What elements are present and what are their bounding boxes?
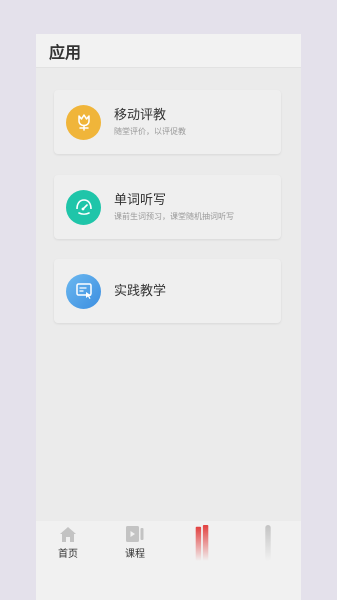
card-practice-teaching[interactable]: 实践教学 [54, 259, 281, 323]
profile-icon [265, 525, 271, 561]
card-subtitle: 随堂评价，以评促教 [114, 126, 186, 136]
card-title: 单词听写 [114, 192, 167, 208]
tulip-icon [66, 104, 101, 140]
card-title: 移动评教 [114, 107, 167, 123]
card-subtitle: 课前生词预习，课堂随机抽词听写 [114, 211, 234, 221]
app-screen: 应用 移动评教 随堂评价，以评促教 单词听写 课前生词预习，课堂随机抽词听写 实… [36, 34, 301, 600]
tab-profile[interactable] [238, 521, 298, 561]
touch-screen-icon [66, 273, 101, 309]
tab-apps[interactable] [172, 521, 232, 561]
card-title: 实践教学 [114, 283, 167, 299]
tab-label: 首页 [58, 549, 78, 560]
card-word-dictation[interactable]: 单词听写 课前生词预习，课堂随机抽词听写 [54, 175, 281, 239]
card-mobile-evaluation[interactable]: 移动评教 随堂评价，以评促教 [54, 90, 281, 154]
page-title: 应用 [49, 42, 82, 62]
home-icon [60, 527, 76, 542]
header-bar: 应用 [36, 34, 301, 68]
tab-label: 课程 [125, 549, 145, 560]
tab-home[interactable]: 首页 [38, 521, 98, 561]
tab-course[interactable]: 课程 [105, 521, 165, 561]
bottom-tab-bar: 首页 课程 [36, 521, 301, 600]
video-icon [126, 526, 144, 542]
app-icon [195, 525, 209, 561]
headset-icon [66, 189, 101, 225]
